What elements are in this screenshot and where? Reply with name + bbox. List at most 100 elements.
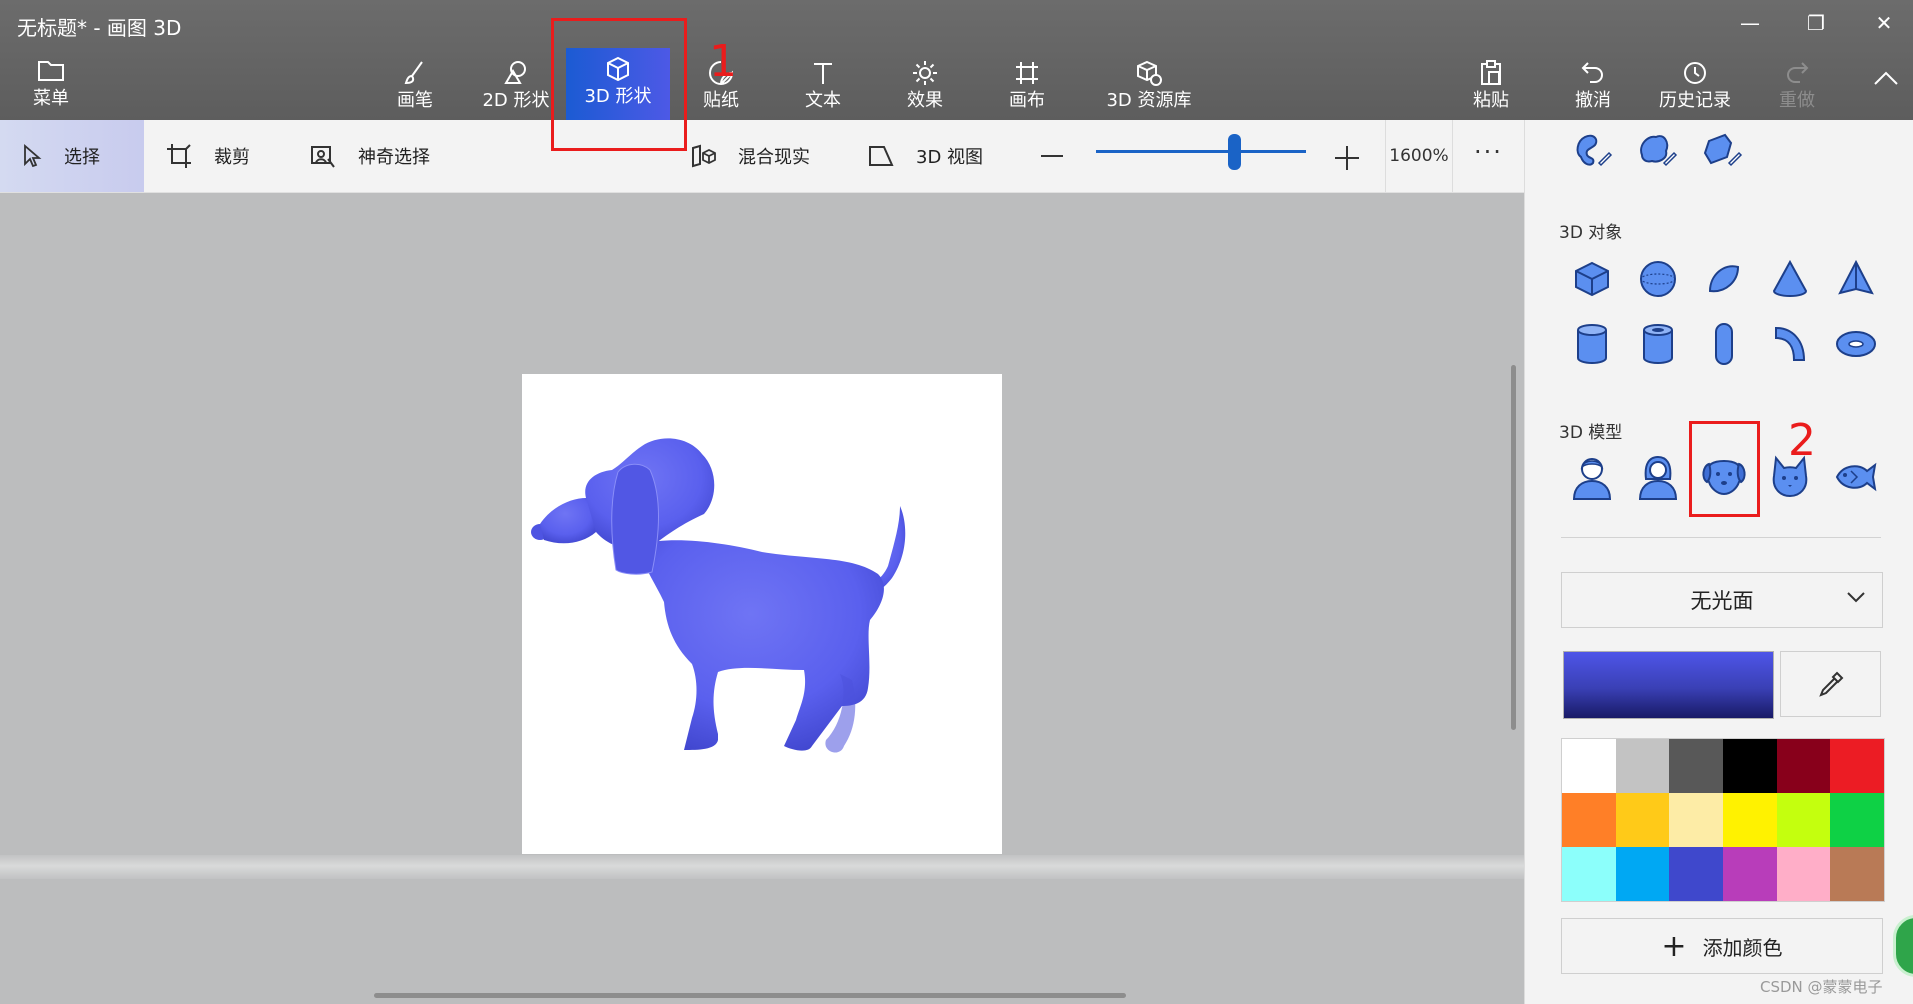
redo-button[interactable]: 重做 [1762,52,1832,116]
paste-button[interactable]: 粘贴 [1456,52,1526,116]
tab-2d-shapes[interactable]: 2D 形状 [474,52,558,116]
torus-button[interactable] [1831,319,1881,369]
tab-3d-library[interactable]: 3D 资源库 [1084,52,1214,116]
chevron-down-icon [1847,592,1865,603]
cone-button[interactable] [1765,254,1815,304]
zoom-slider-track[interactable] [1096,150,1306,153]
tab-text[interactable]: 文本 [788,52,858,116]
mixed-reality-label: 混合现实 [738,147,810,168]
palette-swatch[interactable] [1723,739,1777,793]
zoom-in-button[interactable] [1334,145,1360,171]
palette-swatch[interactable] [1776,739,1831,793]
undo-button[interactable]: 撤消 [1558,52,1628,116]
cylinder-button[interactable] [1567,319,1617,369]
palette-swatch[interactable] [1615,739,1670,793]
bent-tube-button[interactable] [1765,319,1815,369]
workspace-floor [0,855,1524,879]
tube-button[interactable] [1633,319,1683,369]
3d-view-button[interactable]: 3D 视图 [868,120,983,192]
sphere-button[interactable] [1633,254,1683,304]
menu-label: 菜单 [33,88,69,109]
palette-swatch[interactable] [1776,847,1831,901]
chevron-up-icon [1874,71,1898,85]
close-button[interactable]: ✕ [1864,8,1904,38]
tube-icon [1643,324,1673,364]
paste-icon [1481,60,1501,85]
man-model-button[interactable] [1567,452,1617,502]
pyramid-icon [1838,259,1874,295]
man-icon [1572,458,1612,500]
more-options-button[interactable]: ··· [1474,138,1503,166]
capsule-icon [1715,323,1733,365]
palette-swatch[interactable] [1669,847,1723,901]
undo-label: 撤消 [1575,90,1611,111]
select-tool[interactable]: 选择 [0,120,144,192]
maximize-button[interactable]: ❐ [1796,8,1836,38]
menu-button[interactable]: 菜单 [18,50,84,114]
capsule-button[interactable] [1699,319,1749,369]
zoom-slider-thumb[interactable] [1228,134,1242,170]
text-icon [814,63,832,84]
palette-swatch[interactable] [1723,847,1777,901]
fish-model-button[interactable] [1831,452,1881,502]
palette-swatch[interactable] [1669,793,1723,847]
cursor-icon [24,144,42,168]
tab-effects[interactable]: 效果 [890,52,960,116]
palette-swatch[interactable] [1830,739,1884,793]
palette-swatch[interactable] [1723,793,1777,847]
minimize-button[interactable]: — [1730,8,1770,38]
palette-swatch[interactable] [1615,793,1670,847]
zoom-value: 1600 [1389,146,1433,166]
drawing-canvas[interactable] [522,374,1002,854]
cube-button[interactable] [1567,254,1617,304]
mixed-reality-button[interactable]: 混合现实 [690,120,810,192]
zoom-percentage[interactable]: 1600% [1385,120,1453,192]
3d-doodle-sharp-icon [1576,134,1613,167]
3d-doodle-tube-icon [1703,133,1743,167]
palette-swatch[interactable] [1562,847,1616,901]
hemisphere-button[interactable] [1699,254,1749,304]
window-title: 无标题* - 画图 3D [17,16,182,40]
tab-3d-library-label: 3D 资源库 [1106,90,1192,111]
3d-dog-model[interactable] [522,374,1002,854]
eyedropper-button[interactable] [1780,651,1881,717]
tab-canvas[interactable]: 画布 [992,52,1062,116]
models-heading: 3D 模型 [1559,423,1623,443]
finish-dropdown[interactable]: 无光面 [1561,572,1883,628]
3d-doodle-sharp-button[interactable] [1566,124,1616,174]
zoom-out-button[interactable] [1040,144,1064,168]
palette-swatch[interactable] [1562,793,1616,847]
crop-icon [167,144,191,168]
3d-doodle-soft-icon [1640,135,1678,167]
palette-swatch[interactable] [1776,793,1831,847]
select-label: 选择 [64,147,100,168]
torus-icon [1836,331,1876,357]
2d-shapes-icon [504,61,526,84]
palette-swatch[interactable] [1830,847,1884,901]
palette-swatch[interactable] [1562,739,1616,793]
tab-brushes[interactable]: 画笔 [380,52,450,116]
palette-swatch[interactable] [1669,739,1723,793]
history-button[interactable]: 历史记录 [1652,52,1738,116]
tab-effects-label: 效果 [907,90,943,111]
magic-select-tool[interactable]: 神奇选择 [310,120,430,192]
palette-swatch[interactable] [1615,847,1670,901]
3d-doodle-soft-button[interactable] [1631,124,1681,174]
cone-icon [1772,259,1808,297]
magic-select-icon [311,146,335,168]
add-color-button[interactable]: + 添加颜色 [1561,918,1883,974]
3d-doodle-tube-button[interactable] [1696,124,1746,174]
magic-select-label: 神奇选择 [358,147,430,168]
3d-view-label: 3D 视图 [916,147,984,168]
palette-swatch[interactable] [1830,793,1884,847]
pyramid-button[interactable] [1831,254,1881,304]
app-toolbar: 无标题* - 画图 3D — ❐ ✕ 菜单 画笔 2D 形状 3D 形状 贴纸 … [0,0,1913,120]
sub-toolbar: 选择 裁剪 神奇选择 混合现实 3D 视图 [0,120,1524,193]
woman-model-button[interactable] [1633,452,1683,502]
redo-label: 重做 [1779,90,1815,111]
vertical-scrollbar[interactable] [1511,365,1516,730]
history-label: 历史记录 [1659,90,1731,111]
crop-tool[interactable]: 裁剪 [166,120,250,192]
horizontal-scrollbar[interactable] [374,993,1126,998]
current-color-swatch[interactable] [1563,651,1774,719]
